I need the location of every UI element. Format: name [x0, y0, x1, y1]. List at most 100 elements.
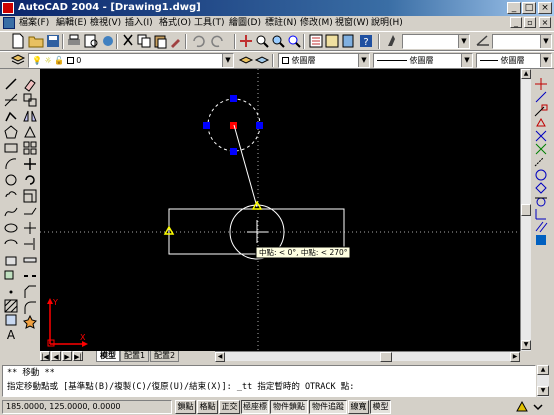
menu-window[interactable]: 視窗(W): [335, 16, 369, 30]
tool-palettes-icon[interactable]: [340, 33, 356, 49]
menu-draw[interactable]: 繪圖(D): [229, 16, 261, 30]
text-style-dropdown[interactable]: ▼: [402, 34, 470, 49]
minimize-window-button[interactable]: _: [507, 2, 521, 14]
layer-previous-icon[interactable]: [254, 52, 270, 68]
move-icon[interactable]: [22, 156, 38, 172]
break-at-point-icon[interactable]: [22, 252, 38, 268]
model-space-button[interactable]: 模型: [370, 400, 391, 414]
rectangle-icon[interactable]: [3, 140, 19, 156]
zoom-window-icon[interactable]: [270, 33, 286, 49]
object-tracking-button[interactable]: 物件追蹤: [309, 400, 347, 414]
autocad-app-icon[interactable]: [2, 2, 14, 14]
new-file-icon[interactable]: [10, 33, 26, 49]
trim-icon[interactable]: [22, 220, 38, 236]
lineweight-button[interactable]: 線寬: [348, 400, 369, 414]
offset-icon[interactable]: [22, 124, 38, 140]
undo-icon[interactable]: [190, 33, 206, 49]
doc-close-button[interactable]: ×: [539, 17, 551, 28]
tab-last-icon[interactable]: ▶|: [73, 351, 83, 361]
zoom-realtime-icon[interactable]: [254, 33, 270, 49]
tray-settings-icon[interactable]: [530, 399, 544, 415]
command-prompt-line[interactable]: 指定移動點或 [基準點(B)/複製(C)/復原(U)/結束(X)]: _tt 指…: [7, 382, 354, 393]
chamfer-icon[interactable]: [22, 284, 38, 300]
drawing-canvas[interactable]: 中點: < 0°, 中點: < 270° Y X: [40, 69, 520, 351]
layer-dropdown[interactable]: 💡 ☼ 🔓 0 ▼: [28, 53, 234, 68]
dimension-style-icon[interactable]: [475, 33, 491, 49]
scroll-down-icon[interactable]: ▼: [521, 340, 531, 350]
polyline-icon[interactable]: [3, 108, 19, 124]
publish-icon[interactable]: [100, 33, 116, 49]
array-icon[interactable]: [22, 140, 38, 156]
multiline-text-icon[interactable]: A: [3, 326, 19, 342]
tab-model[interactable]: 模型: [96, 351, 120, 362]
save-icon[interactable]: [45, 33, 61, 49]
drawing-vertical-scrollbar[interactable]: ▲ ▼: [520, 69, 531, 351]
doc-restore-button[interactable]: ▫: [524, 17, 536, 28]
command-scroll-down-icon[interactable]: ▼: [537, 386, 549, 396]
revision-cloud-icon[interactable]: [3, 188, 19, 204]
rotate-icon[interactable]: [22, 172, 38, 188]
circle-icon[interactable]: [3, 172, 19, 188]
tab-first-icon[interactable]: |◀: [40, 351, 50, 361]
linetype-control-dropdown[interactable]: 依圖層 ▼: [373, 53, 473, 68]
line-icon[interactable]: [3, 76, 19, 92]
horizontal-scroll-thumb[interactable]: [380, 352, 392, 362]
design-center-icon[interactable]: [324, 33, 340, 49]
document-icon[interactable]: [3, 17, 15, 29]
menu-tools[interactable]: 工具(T): [194, 16, 225, 30]
make-block-icon[interactable]: [3, 268, 19, 284]
circle-grip-left[interactable]: [203, 122, 210, 129]
insert-block-icon[interactable]: [3, 252, 19, 268]
break-icon[interactable]: [22, 268, 38, 284]
ortho-mode-button[interactable]: 正交: [219, 400, 240, 414]
model-space-svg[interactable]: 中點: < 0°, 中點: < 270° Y X: [40, 69, 520, 351]
circle-grip-top[interactable]: [230, 95, 237, 102]
menu-view[interactable]: 檢視(V): [90, 16, 121, 30]
spline-icon[interactable]: [3, 204, 19, 220]
snap-insert-icon[interactable]: [533, 232, 549, 248]
ellipse-icon[interactable]: [3, 220, 19, 236]
communication-center-icon[interactable]: [514, 399, 530, 415]
stretch-icon[interactable]: [22, 204, 38, 220]
dimension-style-dropdown[interactable]: ▼: [492, 34, 552, 49]
menu-format[interactable]: 格式(O): [159, 16, 191, 30]
grid-mode-button[interactable]: 格點: [197, 400, 218, 414]
plot-preview-icon[interactable]: [83, 33, 99, 49]
scroll-left-icon[interactable]: ◀: [215, 352, 225, 362]
doc-minimize-button[interactable]: _: [510, 17, 522, 28]
tab-next-icon[interactable]: ▶: [62, 351, 72, 361]
properties-icon[interactable]: [308, 33, 324, 49]
scroll-right-icon[interactable]: ▶: [510, 352, 520, 362]
command-scroll-up-icon[interactable]: ▲: [537, 365, 549, 375]
erase-icon[interactable]: [22, 76, 38, 92]
lineweight-control-dropdown[interactable]: 依圖層 ▼: [476, 53, 552, 68]
paste-icon[interactable]: [152, 33, 168, 49]
match-properties-icon[interactable]: [168, 33, 184, 49]
redo-icon[interactable]: [210, 33, 226, 49]
open-file-icon[interactable]: [28, 33, 44, 49]
construction-line-icon[interactable]: [3, 92, 19, 108]
pan-realtime-icon[interactable]: [238, 33, 254, 49]
ellipse-arc-icon[interactable]: [3, 236, 19, 252]
scroll-up-icon[interactable]: ▲: [521, 69, 531, 79]
menu-help[interactable]: 說明(H): [371, 16, 403, 30]
snap-mode-button[interactable]: 鎖點: [175, 400, 196, 414]
polar-tracking-button[interactable]: 極座標: [241, 400, 269, 414]
menu-modify[interactable]: 修改(M): [300, 16, 333, 30]
mirror-icon[interactable]: [22, 108, 38, 124]
make-object-layer-current-icon[interactable]: [238, 52, 254, 68]
maximize-window-button[interactable]: □: [522, 2, 536, 14]
command-scrollbar[interactable]: ▲ ▼: [537, 365, 549, 397]
copy-icon[interactable]: [136, 33, 152, 49]
circle-grip-bottom[interactable]: [230, 148, 237, 155]
tab-layout1[interactable]: 配置1: [120, 351, 150, 362]
coordinate-display[interactable]: 185.0000, 125.0000, 0.0000: [2, 400, 172, 414]
polygon-icon[interactable]: [3, 124, 19, 140]
explode-icon[interactable]: [22, 314, 38, 330]
scale-icon[interactable]: [22, 188, 38, 204]
arc-icon[interactable]: [3, 156, 19, 172]
menu-dimension[interactable]: 標註(N): [265, 16, 297, 30]
layer-manager-icon[interactable]: [10, 52, 26, 68]
object-snap-button[interactable]: 物件鎖點: [270, 400, 308, 414]
text-style-icon[interactable]: [385, 33, 401, 49]
